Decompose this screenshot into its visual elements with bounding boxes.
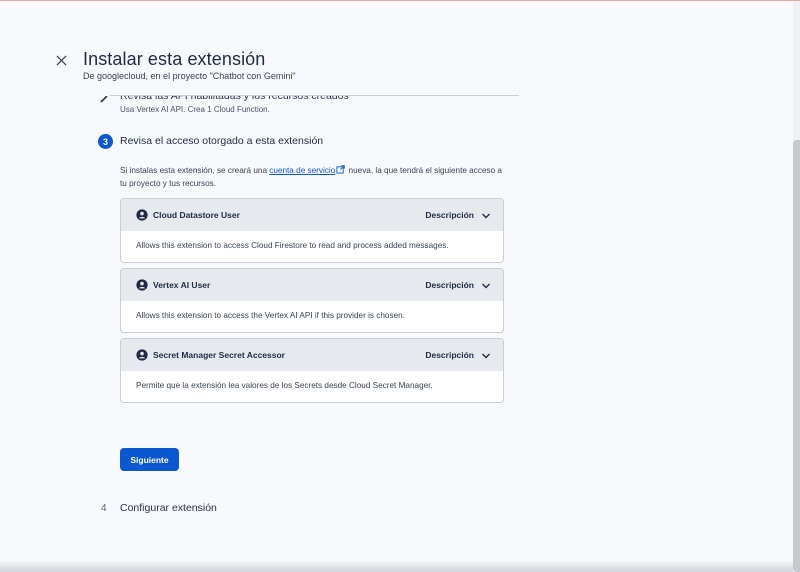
person-icon (136, 279, 148, 291)
close-button[interactable] (51, 50, 71, 70)
role-description: Permite que la extensión lea valores de … (136, 381, 433, 390)
role-name: Vertex AI User (153, 280, 211, 290)
role-card-header[interactable]: Secret Manager Secret Accessor Descripci… (121, 339, 503, 371)
external-link-icon[interactable] (336, 165, 346, 174)
role-card-header[interactable]: Vertex AI User Descripción (121, 269, 503, 301)
step-3-number-badge: 3 (98, 134, 113, 149)
step-4-title[interactable]: Configurar extensión (120, 502, 217, 514)
step-3-intro: Si instalas esta extensión, se creará un… (120, 164, 510, 190)
intro-text-before: Si instalas esta extensión, se creará un… (120, 166, 270, 175)
page-subtitle: De googlecloud, en el proyecto "Chatbot … (83, 71, 296, 81)
service-account-link[interactable]: cuenta de servicio (269, 166, 335, 175)
role-name: Secret Manager Secret Accessor (153, 350, 285, 360)
role-card: Cloud Datastore User Descripción Allows … (120, 198, 504, 263)
next-button[interactable]: Siguiente (120, 448, 179, 471)
bottom-shadow (0, 560, 793, 572)
role-card: Secret Manager Secret Accessor Descripci… (120, 338, 504, 403)
chevron-down-icon[interactable] (481, 351, 491, 361)
description-toggle[interactable]: Descripción (425, 280, 474, 290)
step-4-number: 4 (101, 503, 107, 514)
role-name: Cloud Datastore User (153, 210, 240, 220)
chevron-down-icon[interactable] (481, 211, 491, 221)
role-card: Vertex AI User Descripción Allows this e… (120, 268, 504, 333)
description-toggle[interactable]: Descripción (425, 210, 474, 220)
description-toggle[interactable]: Descripción (425, 350, 474, 360)
person-icon (136, 349, 148, 361)
chevron-down-icon[interactable] (481, 281, 491, 291)
person-icon (136, 209, 148, 221)
role-description: Allows this extension to access the Vert… (136, 311, 405, 320)
page-title: Instalar esta extensión (83, 49, 266, 69)
role-description: Allows this extension to access Cloud Fi… (136, 241, 449, 250)
step-3-title: Revisa el acceso otorgado a esta extensi… (120, 135, 324, 147)
header-divider (110, 95, 519, 96)
scrollbar-thumb[interactable] (793, 140, 800, 572)
close-icon (55, 54, 67, 66)
role-card-header[interactable]: Cloud Datastore User Descripción (121, 199, 503, 231)
step-2-description: Usa Vertex AI API. Crea 1 Cloud Function… (120, 105, 270, 114)
